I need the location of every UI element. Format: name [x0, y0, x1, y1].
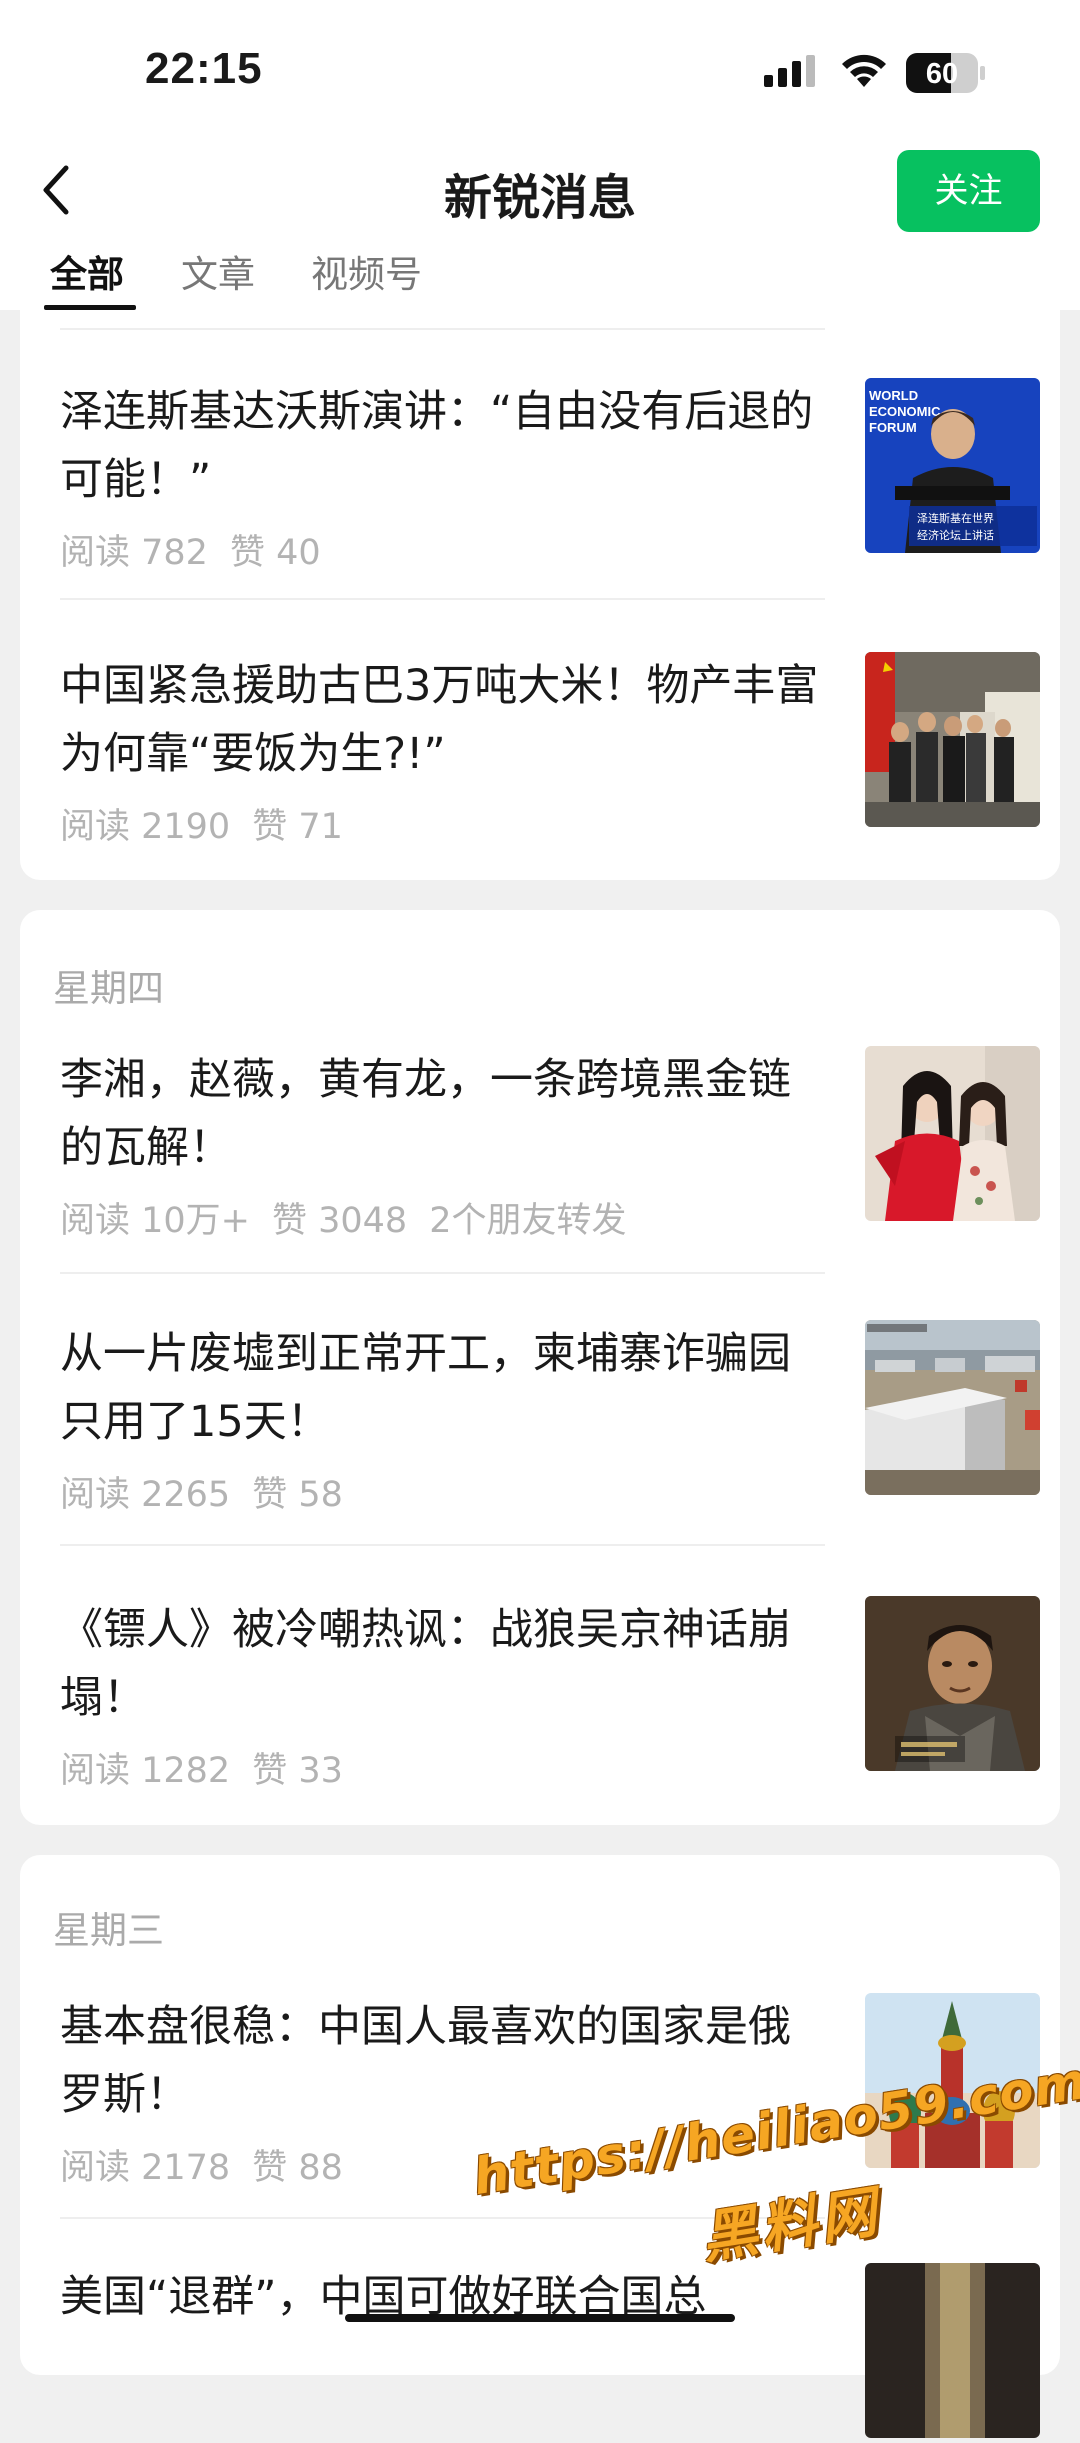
day-label: 星期四: [53, 967, 164, 1010]
article-thumbnail: [865, 1596, 1040, 1771]
like-count: 赞 88: [252, 2148, 343, 2188]
share-count: 2个朋友转发: [429, 1201, 627, 1241]
article-item[interactable]: 李湘，赵薇，黄有龙，一条跨境黑金链的瓦解！ 阅读 10万+ 赞 3048 2个朋友转…: [60, 1046, 1040, 1241]
ink-underline: [345, 2314, 735, 2322]
article-item[interactable]: 中国紧急援助古巴3万吨大米！物产丰富为何靠“要饭为生?!” 阅读 2190 赞 7…: [60, 652, 1040, 847]
article-meta: 阅读 782 赞 40: [60, 524, 343, 575]
status-bar: 22:15 60: [0, 0, 1080, 140]
thumb-logo-text: WORLD: [869, 388, 918, 403]
like-count: 赞 71: [252, 807, 343, 847]
divider: [60, 2217, 825, 2219]
article-item[interactable]: 泽连斯基达沃斯演讲：“自由没有后退的可能！” 阅读 782 赞 40 WORLD …: [60, 378, 1040, 573]
article-thumbnail: [865, 652, 1040, 827]
article-item[interactable]: 美国“退群”，中国可做好联合国总: [60, 2263, 1040, 2443]
article-title: 从一片废墟到正常开工，柬埔寨诈骗园只用了15天！: [60, 1329, 791, 1447]
read-count: 阅读 782: [60, 533, 208, 573]
article-meta: 阅读 2265 赞 58: [60, 1466, 365, 1517]
article-group-card: 星期四 李湘，赵薇，黄有龙，一条跨境黑金链的瓦解！ 阅读 10万+ 赞 3048 2…: [20, 910, 1060, 1825]
article-meta: 阅读 10万+ 赞 3048 2个朋友转发: [60, 1192, 648, 1243]
article-group-card: 星期三 基本盘很稳：中国人最喜欢的国家是俄罗斯！ 阅读 2178 赞 88 美国…: [20, 1855, 1060, 2438]
svg-text:经济论坛上讲话: 经济论坛上讲话: [917, 528, 994, 542]
article-title: 中国紧急援助古巴3万吨大米！物产丰富为何靠“要饭为生?!”: [60, 661, 819, 779]
article-title: 泽连斯基达沃斯演讲：“自由没有后退的可能！”: [60, 387, 814, 505]
like-count: 赞 40: [229, 533, 321, 573]
battery-level: 60: [925, 58, 959, 90]
article-title: 李湘，赵薇，黄有龙，一条跨境黑金链的瓦解！: [60, 1055, 791, 1173]
article-title: 《镖人》被冷嘲热讽：战狼吴京神话崩塌！: [60, 1605, 791, 1723]
tab-channels[interactable]: 视频号: [311, 244, 422, 298]
read-count: 阅读 2265: [60, 1475, 231, 1515]
article-meta: 阅读 2178 赞 88: [60, 2139, 365, 2190]
article-thumbnail: [865, 1046, 1040, 1221]
article-title: 基本盘很稳：中国人最喜欢的国家是俄罗斯！: [60, 2002, 791, 2120]
header: 22:15 60 新锐消息 关注 全部 文章 视频号: [0, 0, 1080, 310]
divider: [60, 1272, 825, 1274]
cellular-signal-icon: [764, 55, 815, 87]
like-count: 赞 33: [252, 1751, 343, 1791]
svg-text:FORUM: FORUM: [869, 420, 917, 435]
like-count: 赞 3048: [272, 1201, 408, 1241]
read-count: 阅读 1282: [60, 1751, 231, 1791]
article-thumbnail: [865, 2263, 1040, 2438]
read-count: 阅读 2190: [60, 807, 231, 847]
svg-text:泽连斯基在世界: 泽连斯基在世界: [917, 512, 994, 525]
back-arrow-icon[interactable]: [36, 160, 76, 220]
article-thumbnail: [865, 1320, 1040, 1495]
article-item[interactable]: 《镖人》被冷嘲热讽：战狼吴京神话崩塌！ 阅读 1282 赞 33: [60, 1596, 1040, 1791]
follow-button[interactable]: 关注: [897, 150, 1040, 232]
article-meta: 阅读 2190 赞 71: [60, 798, 365, 849]
divider: [60, 1544, 825, 1546]
article-item[interactable]: 基本盘很稳：中国人最喜欢的国家是俄罗斯！ 阅读 2178 赞 88: [60, 1993, 1040, 2188]
divider: [60, 328, 825, 330]
wifi-icon: [842, 54, 886, 87]
day-label: 星期三: [53, 1909, 164, 1952]
status-time: 22:15: [145, 44, 263, 93]
article-thumbnail: [865, 1993, 1040, 2168]
article-group-card: 泽连斯基达沃斯演讲：“自由没有后退的可能！” 阅读 782 赞 40 WORLD …: [20, 240, 1060, 880]
active-tab-indicator: [44, 305, 136, 310]
read-count: 阅读 2178: [60, 2148, 231, 2188]
page-title: 新锐消息: [443, 170, 636, 226]
like-count: 赞 58: [252, 1475, 343, 1515]
article-item[interactable]: 从一片废墟到正常开工，柬埔寨诈骗园只用了15天！ 阅读 2265 赞 58: [60, 1320, 1040, 1515]
read-count: 阅读 10万+: [60, 1201, 250, 1241]
svg-text:ECONOMIC: ECONOMIC: [869, 404, 941, 419]
article-meta: 阅读 1282 赞 33: [60, 1742, 365, 1793]
tab-articles[interactable]: 文章: [181, 244, 255, 298]
divider: [60, 598, 825, 600]
tab-all[interactable]: 全部: [50, 244, 124, 298]
article-thumbnail: WORLD ECONOMIC FORUM 泽连斯基在世界 经济论坛上讲话: [865, 378, 1040, 553]
